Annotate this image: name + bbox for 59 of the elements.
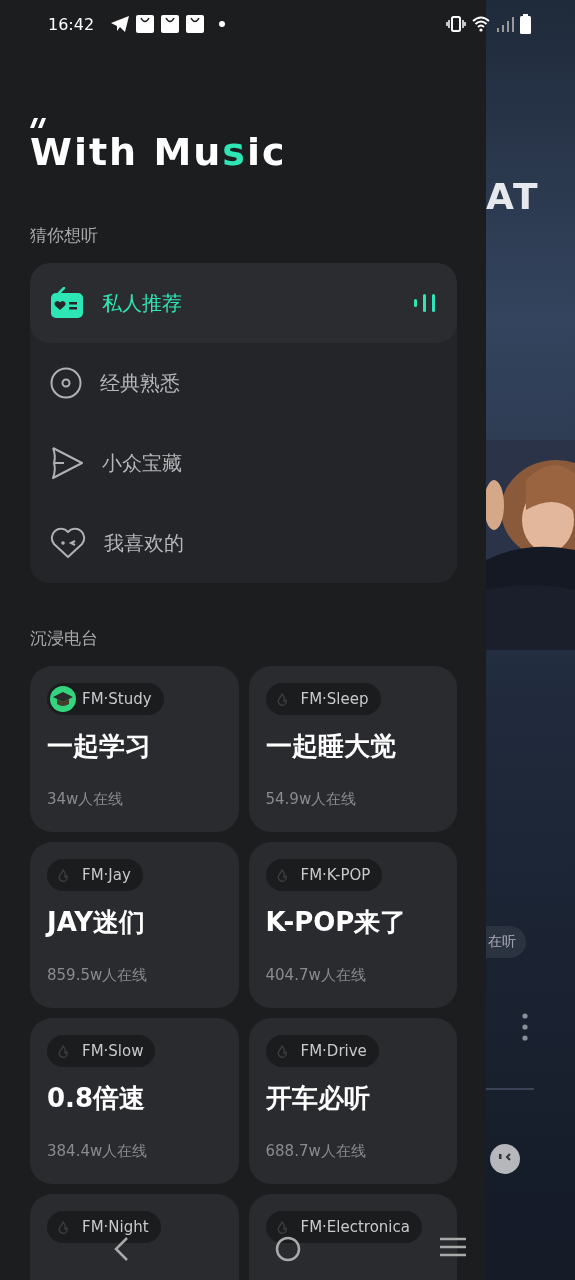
app-logo: With Music bbox=[30, 130, 287, 174]
radio-card[interactable]: FM·K-POP K-POP来了 404.7w人在线 bbox=[248, 842, 457, 1008]
listener-count: 688.7w人在线 bbox=[265, 1142, 366, 1161]
radio-icon bbox=[50, 287, 84, 319]
back-icon[interactable] bbox=[113, 1236, 129, 1262]
menu-item[interactable]: 小众宝藏 bbox=[30, 423, 457, 503]
menu-item[interactable]: 我喜欢的 bbox=[30, 503, 457, 583]
battery-icon bbox=[520, 14, 531, 34]
section-title: 沉浸电台 bbox=[30, 627, 98, 650]
channel-name: FM·K-POP bbox=[300, 866, 371, 884]
channel-name: FM·Sleep bbox=[300, 690, 369, 708]
page-title: AT bbox=[486, 176, 540, 217]
equalizer-icon bbox=[413, 294, 437, 312]
home-icon[interactable] bbox=[275, 1236, 301, 1262]
face-avatar-icon[interactable] bbox=[489, 1143, 521, 1175]
listener-count: 384.4w人在线 bbox=[47, 1142, 148, 1161]
quote-icon bbox=[30, 118, 48, 128]
card-title: 0.8倍速 bbox=[47, 1082, 146, 1115]
vibrate-icon bbox=[446, 16, 466, 32]
channel-name: FM·Night bbox=[82, 1218, 149, 1236]
channel-name: FM·Study bbox=[82, 690, 152, 708]
listener-count: 859.5w人在线 bbox=[47, 966, 148, 985]
card-title: JAY迷们 bbox=[47, 906, 146, 939]
channel-name: FM·Jay bbox=[82, 866, 131, 884]
disc-icon bbox=[50, 367, 82, 399]
card-title: 一起学习 bbox=[47, 730, 151, 763]
paper-plane-icon bbox=[111, 16, 130, 32]
radio-card[interactable]: FM·Jay JAY迷们 859.5w人在线 bbox=[30, 842, 239, 1008]
menu-item[interactable]: 私人推荐 bbox=[30, 263, 457, 343]
heart-face-icon bbox=[50, 527, 86, 559]
radio-card[interactable]: FM·Study 一起学习 34w人在线 bbox=[30, 666, 239, 832]
listener-chip: 在听 bbox=[486, 926, 526, 958]
graduation-cap-icon bbox=[50, 686, 76, 712]
channel-name: FM·Electronica bbox=[300, 1218, 410, 1236]
menu-item[interactable]: 经典熟悉 bbox=[30, 343, 457, 423]
menu-icon[interactable] bbox=[440, 1236, 466, 1258]
paper-plane-icon bbox=[50, 446, 84, 480]
card-title: 一起睡大觉 bbox=[265, 730, 396, 763]
card-title: 开车必听 bbox=[265, 1082, 370, 1115]
more-icon[interactable] bbox=[522, 1013, 528, 1041]
clock: 16:42 bbox=[48, 14, 95, 34]
shopping-bag-icon bbox=[161, 15, 180, 33]
listener-count: 34w人在线 bbox=[47, 790, 124, 809]
radio-card[interactable]: FM·Sleep 一起睡大觉 54.9w人在线 bbox=[248, 666, 457, 832]
shopping-bag-icon bbox=[136, 15, 155, 33]
card-title: K-POP来了 bbox=[265, 906, 407, 939]
channel-name: FM·Drive bbox=[300, 1042, 367, 1060]
signal-icon bbox=[496, 16, 514, 32]
listener-count: 54.9w人在线 bbox=[265, 790, 357, 809]
wifi-icon bbox=[472, 16, 490, 32]
shopping-bag-icon bbox=[186, 15, 205, 33]
radio-card[interactable]: FM·Slow 0.8倍速 384.4w人在线 bbox=[30, 1018, 239, 1184]
radio-card[interactable]: FM·Drive 开车必听 688.7w人在线 bbox=[248, 1018, 457, 1184]
radio-card[interactable]: FM·Night bbox=[30, 1194, 239, 1280]
radio-card[interactable]: FM·Electronica bbox=[248, 1194, 457, 1280]
channel-name: FM·Slow bbox=[82, 1042, 144, 1060]
listener-count: 404.7w人在线 bbox=[265, 966, 366, 985]
section-title: 猜你想听 bbox=[30, 224, 98, 247]
dot-icon bbox=[219, 21, 226, 27]
